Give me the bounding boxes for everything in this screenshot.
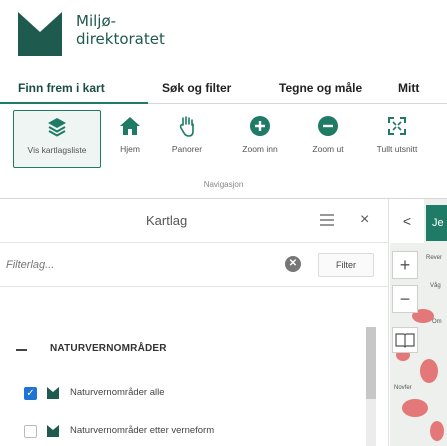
map-side-button[interactable]: Je xyxy=(426,205,447,241)
zoom-out-label: Zoom ut xyxy=(312,144,344,154)
layer-label: Naturvernområder etter verneform xyxy=(70,425,215,436)
ribbon-tabs: Finn frem i kart Søk og filter Tegne og … xyxy=(0,72,447,105)
show-layer-list-button[interactable]: Vis kartlagsliste xyxy=(13,110,101,168)
collapse-panel-button[interactable]: < xyxy=(390,199,424,243)
map-zoom-out-button[interactable]: − xyxy=(392,285,418,313)
app-header: Miljø- direktoratet xyxy=(0,0,447,68)
full-extent-label: Tullt utsnitt xyxy=(376,144,418,154)
zoom-in-icon xyxy=(250,116,270,136)
map-feature xyxy=(420,359,438,383)
logo-text: Miljø- direktoratet xyxy=(76,12,165,48)
tab-tegne-og-male[interactable]: Tegne og måle xyxy=(279,72,362,104)
collapse-group-icon[interactable] xyxy=(16,349,27,351)
logo-line-1: Miljø- xyxy=(76,12,117,30)
layer-panel-header: Kartlag × xyxy=(0,199,389,243)
toolbar-group-label: Navigasjon xyxy=(203,180,244,189)
layer-panel: Kartlag × ✕ Filter NATURVERNOMRÅDER ✓ Na… xyxy=(0,199,389,446)
layer-item[interactable]: ✓ Naturvernområder alle xyxy=(0,383,360,405)
book-icon xyxy=(395,333,415,348)
map-book-button[interactable] xyxy=(392,327,418,353)
map-place-label: Novfer xyxy=(394,385,412,391)
map-feature xyxy=(402,399,428,417)
clear-filter-icon[interactable]: ✕ xyxy=(285,256,301,272)
map-place-label: Om xyxy=(432,319,442,325)
layer-legend-icon xyxy=(47,425,59,437)
layer-item[interactable]: Naturvernområder etter verneform xyxy=(0,421,360,443)
map-feature xyxy=(430,421,444,441)
home-label: Hjem xyxy=(120,144,140,154)
layer-legend-icon xyxy=(47,387,59,399)
pan-label: Panorer xyxy=(171,144,203,154)
app-root: Miljø- direktoratet Finn frem i kart Søk… xyxy=(0,0,447,446)
home-button[interactable]: Hjem xyxy=(108,110,152,168)
layer-list-scroll-thumb[interactable] xyxy=(366,327,376,399)
layer-group-label: NATURVERNOMRÅDER xyxy=(50,343,167,354)
miljodirektoratet-logo-icon xyxy=(18,12,62,56)
layer-filter-row: ✕ Filter xyxy=(0,243,389,287)
zoom-in-label: Zoom inn xyxy=(242,144,278,154)
map-place-label: Våg xyxy=(430,283,441,289)
pan-button[interactable]: Panorer xyxy=(160,110,214,168)
show-layer-list-label: Vis kartlagsliste xyxy=(27,145,87,155)
tab-sok-og-filter[interactable]: Søk og filter xyxy=(162,72,231,104)
menu-icon[interactable] xyxy=(320,214,334,226)
layer-checkbox[interactable] xyxy=(24,425,37,438)
full-extent-button[interactable]: Tullt utsnitt xyxy=(362,110,432,168)
zoom-out-button[interactable]: Zoom ut xyxy=(300,110,356,168)
tab-finn-frem-i-kart[interactable]: Finn frem i kart xyxy=(18,72,105,104)
map-zoom-in-button[interactable]: + xyxy=(392,251,418,279)
layer-checkbox[interactable]: ✓ xyxy=(24,387,37,400)
layers-icon xyxy=(48,118,66,137)
tab-mitt[interactable]: Mitt xyxy=(398,72,419,104)
zoom-in-button[interactable]: Zoom inn xyxy=(230,110,290,168)
navigation-toolbar: Vis kartlagsliste Hjem Panorer Zoom inn xyxy=(0,104,447,199)
layer-filter-input[interactable] xyxy=(6,252,276,278)
filter-button[interactable]: Filter xyxy=(318,253,374,277)
map-place-label: Rever xyxy=(426,255,443,261)
layer-group-naturvernomrader[interactable]: NATURVERNOMRÅDER xyxy=(0,339,360,363)
layer-label: Naturvernområder alle xyxy=(70,387,165,398)
full-extent-icon xyxy=(388,117,406,135)
zoom-out-icon xyxy=(318,116,338,136)
logo-line-2: direktoratet xyxy=(76,30,165,48)
layer-panel-title: Kartlag xyxy=(146,213,188,228)
close-panel-icon[interactable]: × xyxy=(360,211,369,229)
home-icon xyxy=(120,117,140,135)
hand-icon xyxy=(179,116,194,137)
